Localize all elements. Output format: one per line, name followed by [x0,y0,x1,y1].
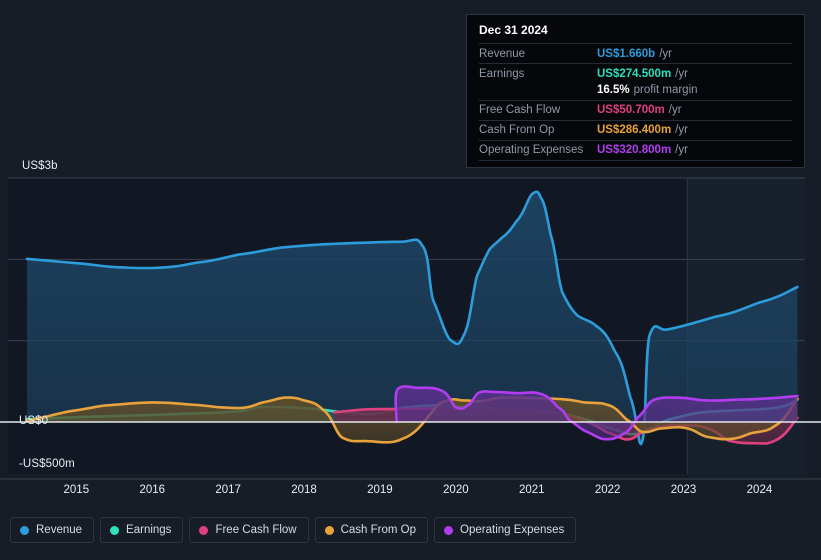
legend-color-dot [110,525,120,535]
tooltip-row: Revenue US$1.660b/yr [479,43,792,63]
tooltip-row-value: US$274.500m [597,67,672,80]
chart-legend[interactable]: Revenue Earnings Free Cash Flow Cash From O… [10,517,577,543]
legend-color-dot [324,525,334,535]
tooltip-row-unit: /yr [675,67,688,80]
tooltip-row-unit: profit margin [633,84,698,96]
tooltip-row-label: Earnings [479,67,525,80]
legend-item-free-cash-flow[interactable]: Free Cash Flow [189,517,309,543]
tooltip-row-value: US$1.660b [597,47,656,60]
tooltip-row-value: US$320.800m [597,144,672,156]
x-axis-tick-label: 2022 [594,484,621,496]
legend-color-dot [199,525,209,535]
y-axis-label-zero: US$0 [19,415,49,427]
tooltip-row-label: Free Cash Flow [479,104,561,116]
tooltip-bottom-divider [479,159,792,161]
x-axis-tick-label: 2019 [367,484,393,496]
y-axis-label-negative: -US$500m [19,458,75,470]
chart-root: US$3b US$0 -US$500m 2015 2016 2017 2018 2019… [0,0,821,560]
tooltip-row-unit: /yr [659,47,672,60]
tooltip-row-unit: /yr [675,144,688,156]
tooltip-row-value: US$286.400m [597,124,672,136]
legend-item-cash-from-op[interactable]: Cash From Op [314,517,429,543]
x-axis-tick-label: 2021 [518,484,545,496]
y-axis-label-top: US$3b [22,160,58,172]
data-tooltip: Dec 31 2024 Revenue US$1.660b/yr Earnings U… [466,14,805,168]
x-axis-tick-label: 2020 [443,484,469,496]
tooltip-row-value: 16.5% [597,84,630,96]
legend-item-revenue[interactable]: Revenue [10,517,95,543]
tooltip-row-value: US$50.700m [597,104,665,116]
legend-item-operating-expenses[interactable]: Operating Expenses [434,517,577,543]
x-axis-tick-label: 2017 [215,484,241,496]
tooltip-row: Free Cash Flow US$50.700m/yr [479,99,792,120]
legend-item-label: Cash From Op [340,524,417,536]
tooltip-row-label: Revenue [479,47,526,60]
legend-item-label: Revenue [36,524,83,536]
legend-item-earnings[interactable]: Earnings [100,517,184,543]
x-axis-tick-label: 2018 [291,484,317,496]
tooltip-row: Cash From Op US$286.400m/yr [479,119,792,140]
x-axis: 2015 2016 2017 2018 2019 2020 2021 2022 2023 2024 [0,484,821,502]
x-axis-tick-label: 2023 [670,484,697,496]
tooltip-row: Operating Expenses US$320.800m/yr [479,139,792,160]
legend-item-label: Free Cash Flow [215,524,297,536]
x-axis-tick-label: 2016 [139,484,166,496]
tooltip-date: Dec 31 2024 [479,23,548,37]
tooltip-rows: Revenue US$1.660b/yr Earnings US$274.500m/y… [479,43,792,161]
tooltip-row-label: Operating Expenses [479,144,584,156]
x-axis-tick-label: 2024 [746,484,773,496]
legend-item-label: Earnings [126,524,172,536]
tooltip-row-unit: /yr [675,124,688,136]
tooltip-row: Earnings US$274.500m/yr [479,63,792,83]
tooltip-row-label: Cash From Op [479,124,555,136]
legend-item-label: Operating Expenses [460,524,565,536]
legend-color-dot [20,525,29,535]
legend-color-dot [444,525,454,535]
tooltip-row: 16.5% profit margin [479,83,792,100]
tooltip-row-unit: /yr [668,104,682,116]
x-axis-tick-label: 2015 [63,484,90,496]
